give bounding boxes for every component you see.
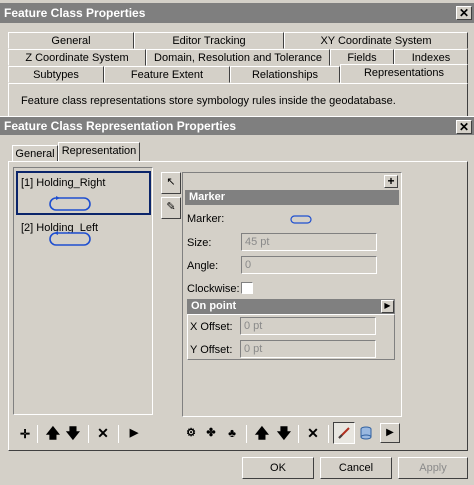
layer-down-button[interactable]: 🡇: [275, 424, 293, 442]
angle-field[interactable]: 0: [241, 256, 377, 274]
close-icon: ✕: [458, 6, 470, 20]
triangle-right-icon: ▶: [384, 301, 391, 310]
toolbar-separator: [298, 425, 299, 443]
inner-close-button[interactable]: ✕: [456, 120, 472, 134]
rule-label: [1] Holding_Right: [21, 177, 106, 189]
cancel-button[interactable]: Cancel: [320, 457, 392, 479]
delete-rule-button[interactable]: ✕: [94, 424, 112, 442]
geometric-effect-button[interactable]: ✤: [202, 424, 220, 442]
toolbar-separator: [37, 425, 38, 443]
inner-tab-general[interactable]: General: [12, 145, 58, 162]
eyedropper-tool-button[interactable]: ✎: [161, 197, 181, 219]
toolbar-separator: [328, 425, 329, 443]
toolbar-separator: [118, 425, 119, 443]
database-icon: [360, 426, 372, 440]
marker-preview-icon: [49, 196, 91, 211]
more-options-button[interactable]: ▶: [125, 424, 143, 442]
arrow-down-icon: 🡇: [276, 425, 292, 441]
triangle-right-icon: ▶: [129, 427, 139, 439]
triangle-right-icon: ▶: [386, 427, 394, 438]
tab-representations[interactable]: Representations: [340, 64, 468, 84]
clockwise-label: Clockwise:: [187, 283, 240, 295]
marker-section-header: Marker: [185, 190, 399, 205]
x-offset-label: X Offset:: [190, 321, 233, 333]
plus-icon: +: [387, 174, 395, 188]
tab-general[interactable]: General: [8, 32, 134, 49]
delete-icon: ✕: [97, 425, 109, 441]
inner-tab-representation[interactable]: Representation: [58, 142, 140, 162]
close-icon: ✕: [458, 120, 470, 134]
angle-label: Angle:: [187, 260, 219, 272]
y-offset-label: Y Offset:: [190, 344, 233, 356]
delete-layer-button[interactable]: ✕: [304, 424, 322, 442]
add-layer-button[interactable]: +: [384, 175, 398, 188]
outer-dialog-title: Feature Class Properties: [4, 6, 146, 20]
apply-button[interactable]: Apply: [398, 457, 468, 479]
move-down-button[interactable]: 🡇: [64, 424, 82, 442]
effect-icon: ✤: [206, 427, 216, 439]
add-icon: ✛: [19, 427, 31, 441]
tab-xy-coordinate-system[interactable]: XY Coordinate System: [284, 32, 468, 49]
marker-preview-icon: [49, 231, 91, 246]
marker-header-label: Marker: [189, 191, 226, 203]
placement-icon: ♣: [228, 426, 236, 440]
marker-placement-button[interactable]: ♣: [223, 424, 241, 442]
layer-up-button[interactable]: 🡅: [253, 424, 271, 442]
database-button[interactable]: [357, 424, 375, 442]
y-offset-field[interactable]: 0 pt: [240, 340, 376, 358]
size-label: Size:: [187, 237, 212, 249]
on-point-section-header: On point: [187, 299, 395, 314]
size-field[interactable]: 45 pt: [241, 233, 377, 251]
delete-icon: ✕: [307, 425, 319, 441]
outer-close-button[interactable]: ✕: [456, 6, 472, 20]
representations-description: Feature class representations store symb…: [21, 95, 396, 107]
rule-item-holding-left[interactable]: [2] Holding_Left: [16, 218, 151, 262]
brush-tool-button[interactable]: [333, 422, 355, 444]
rule-item-holding-right[interactable]: [1] Holding_Right: [16, 171, 151, 215]
x-offset-field[interactable]: 0 pt: [240, 317, 376, 335]
tab-z-coordinate-system[interactable]: Z Coordinate System: [8, 49, 146, 66]
outer-tab-panel: Feature class representations store symb…: [8, 83, 468, 117]
on-point-header-label: On point: [191, 300, 237, 312]
toolbar-separator: [88, 425, 89, 443]
tab-subtypes[interactable]: Subtypes: [8, 66, 104, 83]
paintbrush-icon: [338, 427, 350, 439]
marker-symbol-icon[interactable]: [289, 215, 313, 225]
add-rule-button[interactable]: ✛: [16, 425, 34, 443]
properties-panel: + Marker Marker: Size: 45 pt Angle: 0 Cl…: [182, 172, 402, 417]
marker-label: Marker:: [187, 213, 225, 225]
tab-feature-extent[interactable]: Feature Extent: [104, 66, 230, 83]
effect-add-icon: ⚙: [186, 427, 196, 439]
outer-dialog-titlebar: Feature Class Properties ✕: [0, 3, 474, 23]
tab-editor-tracking[interactable]: Editor Tracking: [134, 32, 284, 49]
pointer-icon: ↖: [166, 176, 176, 188]
tab-relationships[interactable]: Relationships: [230, 66, 340, 83]
eyedropper-icon: ✎: [166, 201, 176, 213]
toolbar-separator: [246, 425, 247, 443]
move-up-button[interactable]: 🡅: [44, 424, 62, 442]
on-point-group: X Offset: 0 pt Y Offset: 0 pt: [187, 314, 395, 360]
rules-list[interactable]: [1] Holding_Right [2] Holding_Left: [13, 167, 153, 415]
arrow-up-icon: 🡅: [254, 425, 270, 441]
select-tool-button[interactable]: ↖: [161, 172, 181, 194]
clockwise-checkbox[interactable]: [241, 282, 253, 294]
ok-button[interactable]: OK: [242, 457, 314, 479]
add-geometric-effect-button[interactable]: ⚙: [182, 424, 200, 442]
inner-dialog-title: Feature Class Representation Properties: [4, 119, 237, 133]
arrow-down-icon: 🡇: [65, 425, 81, 441]
on-point-options-button[interactable]: ▶: [381, 300, 394, 313]
inner-dialog-titlebar: Feature Class Representation Properties …: [0, 116, 474, 135]
tab-domain-resolution-tolerance[interactable]: Domain, Resolution and Tolerance: [146, 49, 330, 66]
layer-options-button[interactable]: ▶: [380, 423, 400, 443]
arrow-up-icon: 🡅: [45, 425, 61, 441]
